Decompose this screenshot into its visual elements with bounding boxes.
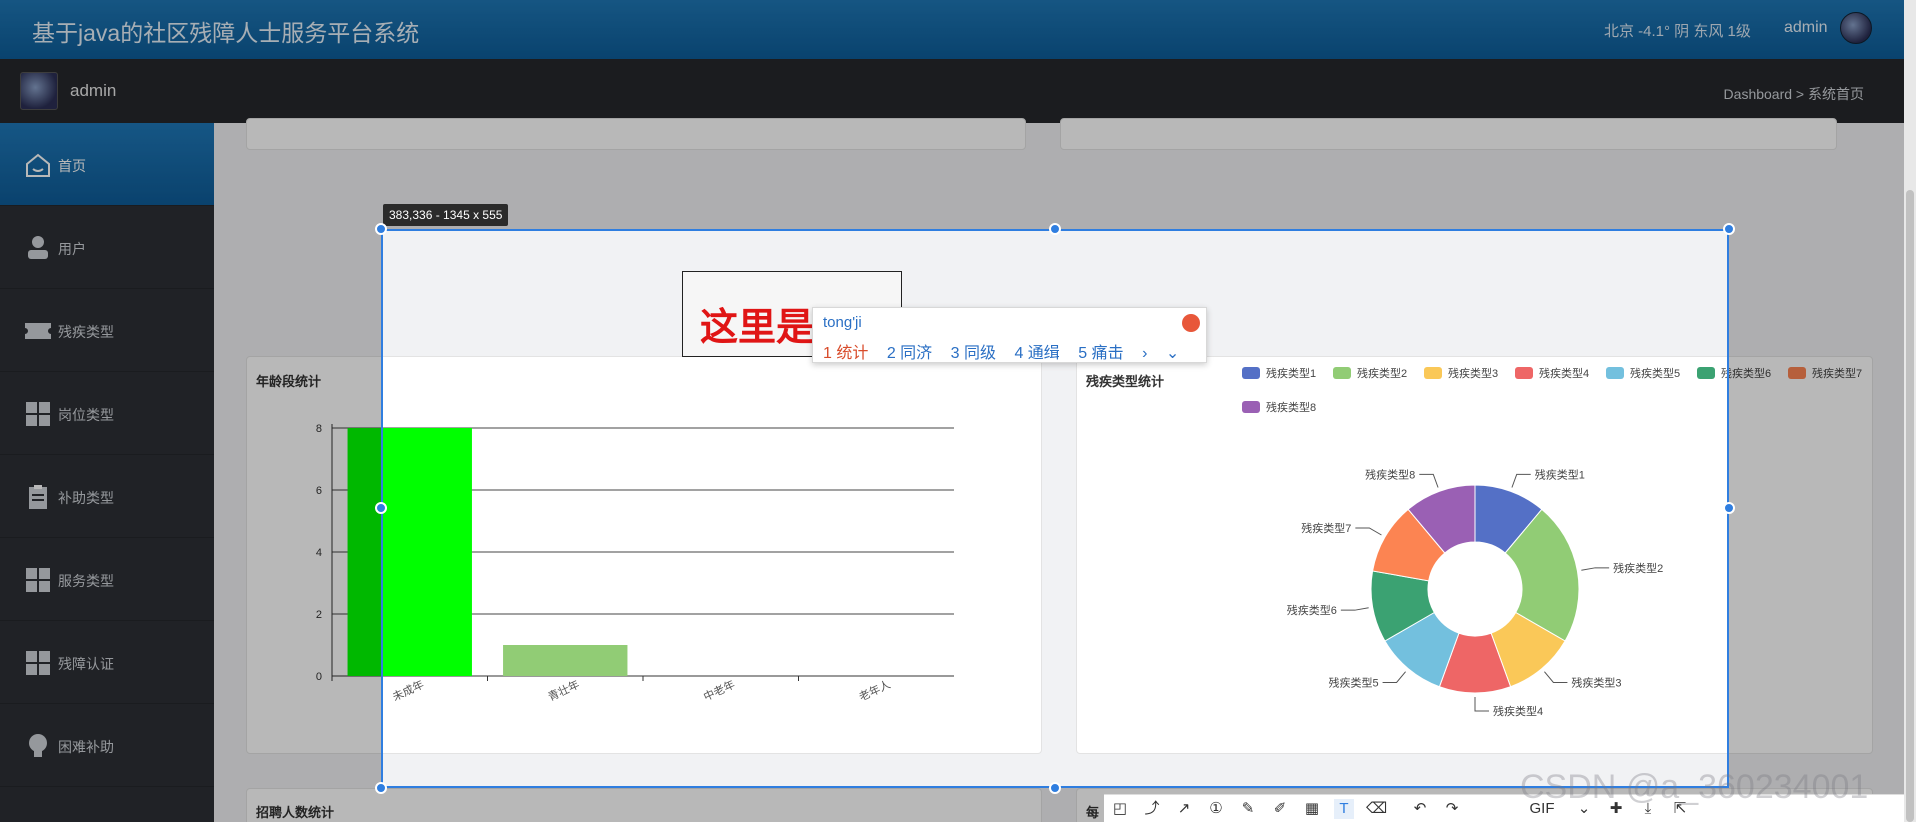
ime-expand-icon[interactable]: ⌄: [1166, 345, 1179, 362]
resize-handle-ne[interactable]: [1723, 223, 1735, 235]
resize-handle-w[interactable]: [375, 502, 387, 514]
resize-handle-s[interactable]: [1049, 782, 1061, 794]
arrow-tool-icon[interactable]: ↗: [1174, 799, 1194, 819]
undo-icon[interactable]: ↶: [1410, 799, 1430, 819]
highlighter-tool-icon[interactable]: ✐: [1270, 799, 1290, 819]
resize-handle-e[interactable]: [1723, 502, 1735, 514]
shape-tool-icon[interactable]: ◰: [1110, 799, 1130, 819]
dim-overlay-left: [0, 229, 381, 788]
text-tool-icon[interactable]: T: [1334, 799, 1354, 819]
eraser-tool-icon[interactable]: ⌫: [1366, 799, 1387, 819]
ime-candidate[interactable]: 3 同级: [951, 345, 996, 362]
csdn-watermark: CSDN @a_360234001: [1520, 768, 1869, 806]
dim-overlay-right: [1729, 229, 1904, 788]
resize-handle-sw[interactable]: [375, 782, 387, 794]
polyline-tool-icon[interactable]: ⤴: [1142, 799, 1162, 819]
ime-candidates: 1 统计 2 同济 3 同级 4 通缉 5 痛击 › ⌄: [823, 339, 1193, 363]
pen-tool-icon[interactable]: ✎: [1238, 799, 1258, 819]
mosaic-tool-icon[interactable]: ▦: [1302, 799, 1322, 819]
ime-candidate-window: tong'ji 1 统计 2 同济 3 同级 4 通缉 5 痛击 › ⌄: [812, 307, 1207, 363]
redo-icon[interactable]: ↷: [1442, 799, 1462, 819]
ime-candidate[interactable]: 5 痛击: [1078, 345, 1123, 362]
selection-size-tooltip: 383,336 - 1345 x 555: [383, 204, 509, 226]
resize-handle-n[interactable]: [1049, 223, 1061, 235]
ime-candidate[interactable]: 2 同济: [887, 345, 932, 362]
ime-candidate[interactable]: 4 通缉: [1014, 345, 1059, 362]
scrollbar-thumb[interactable]: [1906, 190, 1914, 822]
dim-overlay-top: [0, 0, 1904, 229]
ime-pinyin: tong'ji: [823, 314, 862, 331]
resize-handle-nw[interactable]: [375, 223, 387, 235]
ime-next-page-icon[interactable]: ›: [1142, 345, 1147, 362]
ime-candidate[interactable]: 1 统计: [823, 345, 868, 362]
ime-logo-icon[interactable]: [1182, 314, 1200, 332]
number-tool-icon[interactable]: ①: [1206, 799, 1226, 819]
